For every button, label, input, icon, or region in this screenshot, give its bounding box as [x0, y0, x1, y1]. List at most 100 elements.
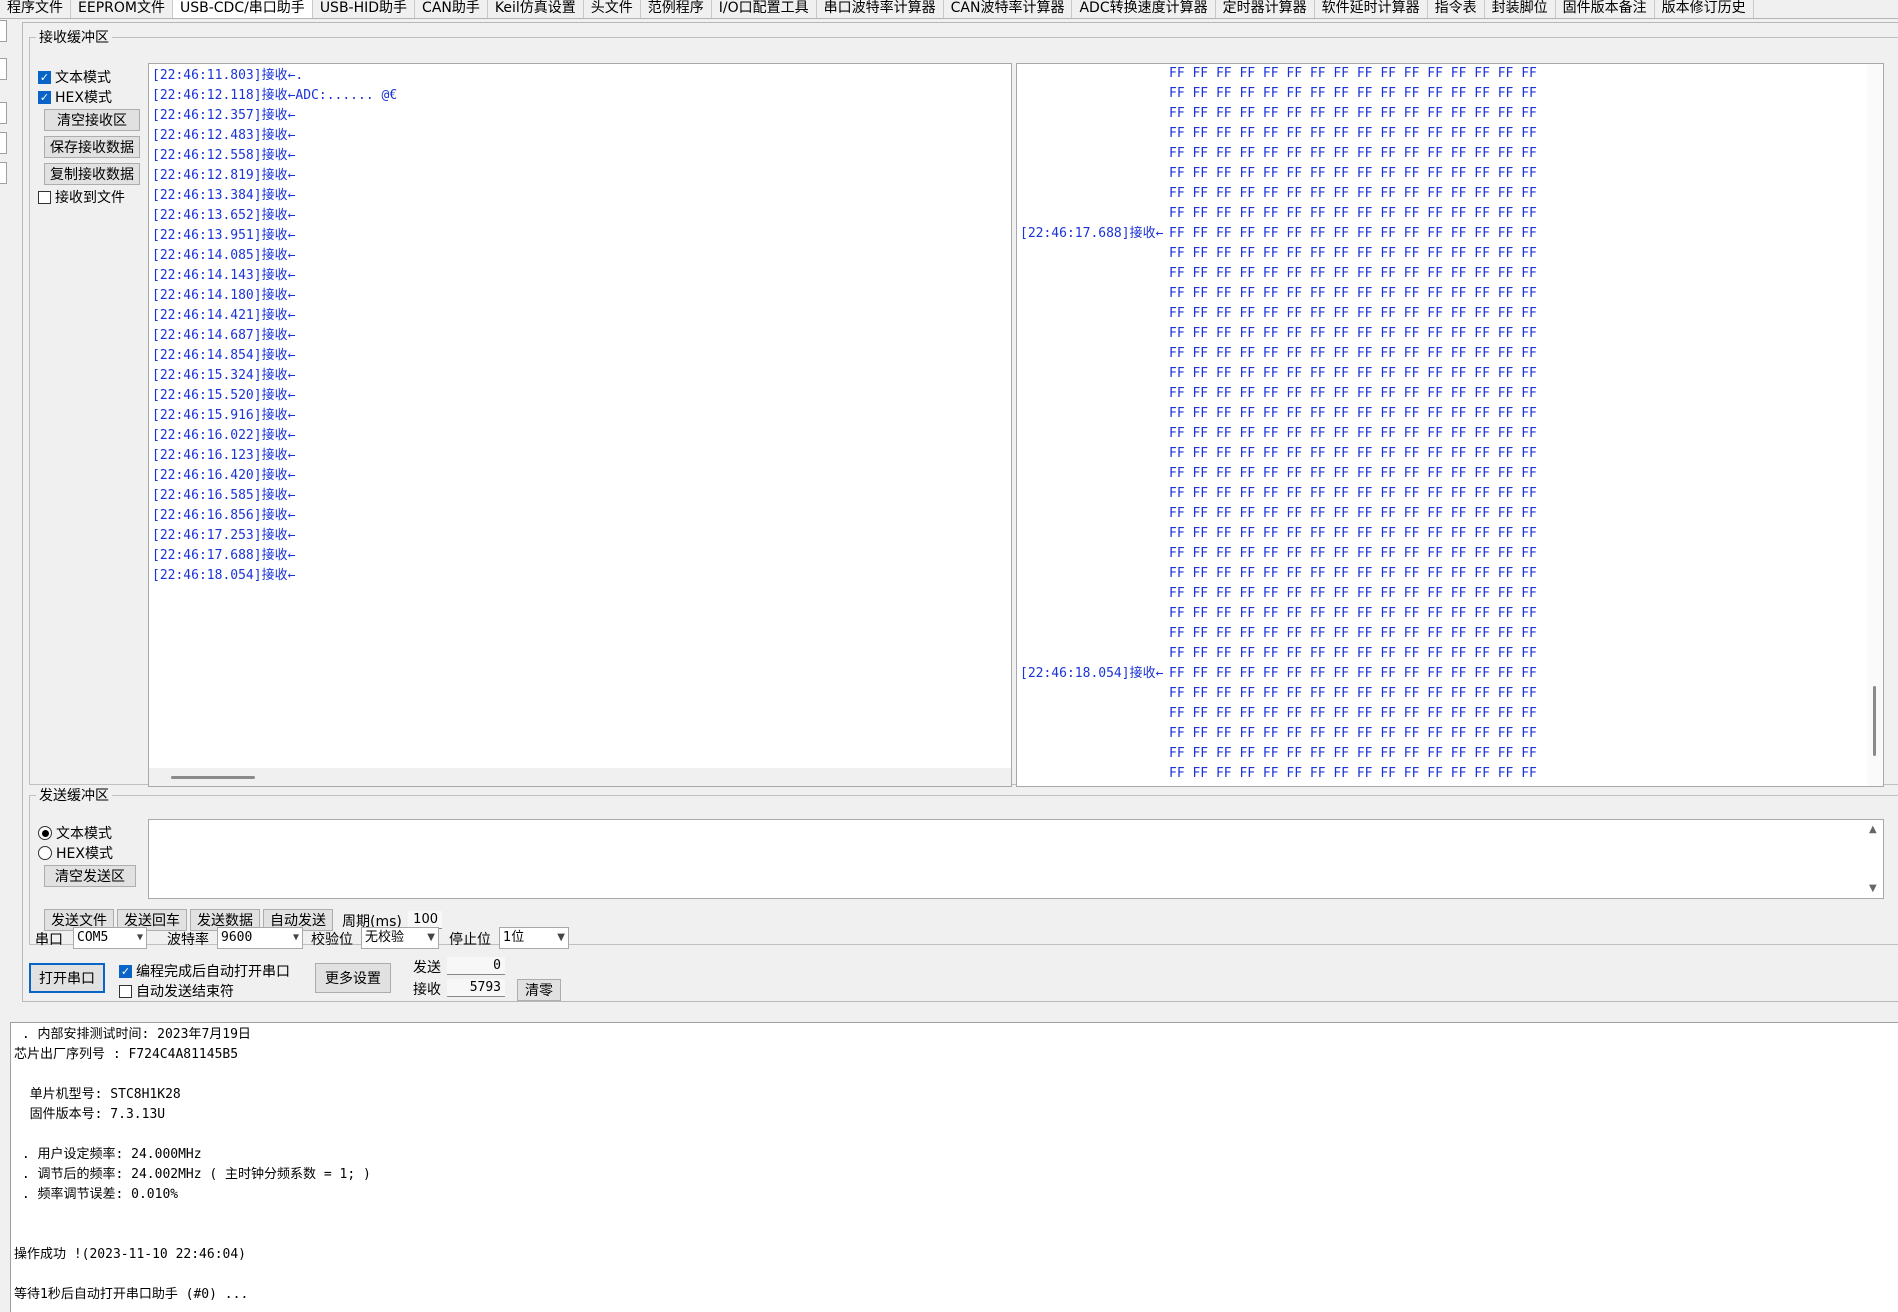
tab-item[interactable]: 固件版本备注 [1556, 0, 1655, 18]
tab-item[interactable]: USB-CDC/串口助手 [172, 0, 313, 18]
tab-bar: 程序文件 EEPROM文件 USB-CDC/串口助手 USB-HID助手 CAN助手 Ke… [0, 0, 1898, 19]
hex-line-bytes: FF FF FF FF FF FF FF FF FF FF FF FF FF F… [1169, 506, 1537, 521]
hex-line-bytes: FF FF FF FF FF FF FF FF FF FF FF FF FF F… [1169, 246, 1537, 261]
tab-item[interactable]: 头文件 [584, 0, 641, 18]
receive-hex-pane[interactable]: FF FF FF FF FF FF FF FF FF FF FF FF FF F… [1016, 63, 1884, 787]
tab-item[interactable]: 版本修订历史 [1655, 0, 1754, 18]
hex-line-bytes: FF FF FF FF FF FF FF FF FF FF FF FF FF F… [1169, 666, 1537, 681]
parity-label: 校验位 [311, 932, 353, 948]
receive-text-pane[interactable]: [22:46:11.803]接收←. [22:46:12.118]接收←ADC:.… [148, 63, 1012, 787]
recv-count-value: 5793 [447, 979, 505, 997]
receive-text-line: [22:46:14.180]接收← [152, 288, 296, 303]
sent-count-value: 0 [447, 957, 505, 975]
baud-label: 波特率 [167, 932, 209, 948]
chevron-down-icon: ▼ [557, 932, 565, 943]
receive-text-line: [22:46:14.854]接收← [152, 348, 296, 363]
tab-item[interactable]: 封装脚位 [1485, 0, 1556, 18]
tab-item[interactable]: CAN助手 [415, 0, 488, 18]
left-edge-strip [0, 18, 8, 184]
receive-hex-line: FF FF FF FF FF FF FF FF FF FF FF FF FF F… [1017, 264, 1883, 284]
hex-line-bytes: FF FF FF FF FF FF FF FF FF FF FF FF FF F… [1169, 606, 1537, 621]
hex-line-bytes: FF FF FF FF FF FF FF FF FF FF FF FF FF F… [1169, 126, 1537, 141]
clear-receive-button[interactable]: 清空接收区 [44, 109, 140, 131]
scrollbar-thumb[interactable] [171, 776, 255, 779]
port-select[interactable]: COM5 ▼ [73, 927, 147, 949]
tab-item[interactable]: 指令表 [1428, 0, 1485, 18]
tab-item[interactable]: CAN波特率计算器 [944, 0, 1073, 18]
receive-text-line: [22:46:12.357]接收← [152, 108, 296, 123]
tab-item[interactable]: USB-HID助手 [313, 0, 416, 18]
receive-hex-line: FF FF FF FF FF FF FF FF FF FF FF FF FF F… [1017, 764, 1883, 784]
tab-item[interactable]: ADC转换速度计算器 [1072, 0, 1216, 18]
hex-line-timestamp: [22:46:17.688]接收← [1020, 226, 1164, 241]
receive-hex-line: FF FF FF FF FF FF FF FF FF FF FF FF FF F… [1017, 524, 1883, 544]
open-port-button[interactable]: 打开串口 [29, 963, 105, 993]
chevron-down-icon: ▼ [427, 932, 435, 943]
clear-send-button[interactable]: 清空发送区 [44, 865, 136, 887]
tab-item[interactable]: 范例程序 [641, 0, 712, 18]
receive-text-line: [22:46:13.652]接收← [152, 208, 296, 223]
receive-hex-line: FF FF FF FF FF FF FF FF FF FF FF FF FF F… [1017, 724, 1883, 744]
receive-hex-line: FF FF FF FF FF FF FF FF FF FF FF FF FF F… [1017, 144, 1883, 164]
receive-text-line: [22:46:16.022]接收← [152, 428, 296, 443]
receive-hex-line: FF FF FF FF FF FF FF FF FF FF FF FF FF F… [1017, 684, 1883, 704]
receive-hex-line: FF FF FF FF FF FF FF FF FF FF FF FF FF F… [1017, 464, 1883, 484]
send-hex-mode-radio[interactable]: HEX模式 [38, 843, 113, 863]
chevron-down-icon: ▼ [292, 932, 299, 943]
hex-line-bytes: FF FF FF FF FF FF FF FF FF FF FF FF FF F… [1169, 586, 1537, 601]
tab-item[interactable]: 软件延时计算器 [1315, 0, 1428, 18]
tab-item[interactable]: I/O口配置工具 [712, 0, 817, 18]
receive-hex-line: FF FF FF FF FF FF FF FF FF FF FF FF FF F… [1017, 644, 1883, 664]
receive-text-line: [22:46:14.421]接收← [152, 308, 296, 323]
receive-text-mode-checkbox[interactable]: ✓ 文本模式 [38, 67, 111, 87]
parity-select[interactable]: 无校验 ▼ [361, 927, 439, 949]
edge-stub [0, 102, 7, 124]
more-settings-button[interactable]: 更多设置 [315, 963, 391, 993]
hex-line-bytes: FF FF FF FF FF FF FF FF FF FF FF FF FF F… [1169, 66, 1537, 81]
port-label: 串口 [35, 932, 63, 948]
send-text-input[interactable]: ▲ ▼ [148, 819, 1884, 899]
status-log-lines: . 内部安排测试时间: 2023年7月19日 芯片出厂序列号 : F724C4A8… [11, 1023, 1898, 1305]
tab-item[interactable]: EEPROM文件 [71, 0, 173, 18]
receive-hex-line: FF FF FF FF FF FF FF FF FF FF FF FF FF F… [1017, 124, 1883, 144]
scroll-down-icon[interactable]: ▼ [1869, 883, 1877, 894]
receive-text-line: [22:46:16.123]接收← [152, 448, 296, 463]
receive-text-line: [22:46:16.420]接收← [152, 468, 296, 483]
receive-hex-line: FF FF FF FF FF FF FF FF FF FF FF FF FF F… [1017, 164, 1883, 184]
copy-receive-button[interactable]: 复制接收数据 [44, 163, 140, 185]
horizontal-scrollbar[interactable] [149, 768, 1011, 786]
receive-hex-line: FF FF FF FF FF FF FF FF FF FF FF FF FF F… [1017, 104, 1883, 124]
receive-to-file-checkbox[interactable]: 接收到文件 [38, 187, 125, 207]
stop-bits-select[interactable]: 1位 ▼ [499, 927, 569, 949]
receive-hex-line: FF FF FF FF FF FF FF FF FF FF FF FF FF F… [1017, 624, 1883, 644]
log-line: 操作成功 !(2023-11-10 22:46:04) [14, 1247, 247, 1262]
hex-line-bytes: FF FF FF FF FF FF FF FF FF FF FF FF FF F… [1169, 486, 1537, 501]
receive-text-line: [22:46:15.520]接收← [152, 388, 296, 403]
send-text-mode-radio[interactable]: 文本模式 [38, 823, 112, 843]
save-receive-button[interactable]: 保存接收数据 [44, 136, 140, 158]
baud-select[interactable]: 9600 ▼ [217, 927, 303, 949]
tab-item[interactable]: Keil仿真设置 [488, 0, 584, 18]
tab-item[interactable]: 串口波特率计算器 [817, 0, 944, 18]
auto-end-checkbox[interactable]: 自动发送结束符 [119, 981, 234, 1001]
vertical-scrollbar[interactable] [1867, 64, 1883, 786]
edge-stub [0, 132, 7, 154]
tab-item[interactable]: 程序文件 [0, 0, 71, 18]
check-icon: ✓ [38, 90, 51, 104]
scrollbar-thumb[interactable] [1873, 686, 1876, 756]
receive-hex-line: FF FF FF FF FF FF FF FF FF FF FF FF FF F… [1017, 384, 1883, 404]
receive-hex-line: FF FF FF FF FF FF FF FF FF FF FF FF FF F… [1017, 344, 1883, 364]
hex-line-bytes: FF FF FF FF FF FF FF FF FF FF FF FF FF F… [1169, 646, 1537, 661]
vertical-scrollbar[interactable]: ▲ ▼ [1865, 820, 1883, 898]
auto-open-checkbox[interactable]: ✓ 编程完成后自动打开串口 [119, 961, 290, 981]
receive-hex-mode-checkbox[interactable]: ✓ HEX模式 [38, 87, 112, 107]
receive-hex-line: FF FF FF FF FF FF FF FF FF FF FF FF FF F… [1017, 244, 1883, 264]
receive-text-line: [22:46:16.856]接收← [152, 508, 296, 523]
scroll-up-icon[interactable]: ▲ [1869, 824, 1877, 835]
tab-item[interactable]: 定时器计算器 [1216, 0, 1315, 18]
check-icon: ✓ [38, 70, 51, 84]
receive-text-line: [22:46:17.688]接收← [152, 548, 296, 563]
clear-count-button[interactable]: 清零 [517, 979, 561, 1001]
